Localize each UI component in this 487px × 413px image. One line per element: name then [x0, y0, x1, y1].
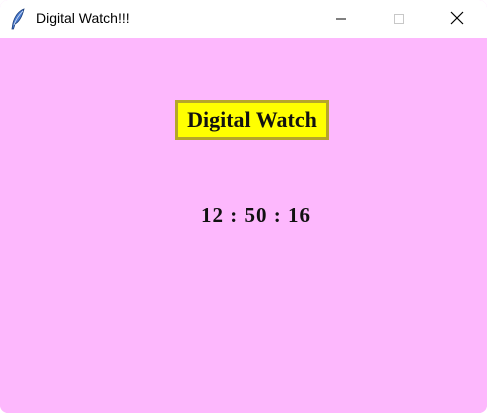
minimize-icon: [335, 10, 347, 29]
time-display: 12 : 50 : 16: [201, 203, 311, 227]
feather-icon: [10, 8, 26, 30]
app-window: Digital Watch!!! Digital Watch 12: 50:…: [0, 0, 487, 413]
heading-label: Digital Watch: [175, 100, 329, 140]
maximize-button[interactable]: [376, 0, 422, 38]
client-area: Digital Watch 12 : 50 : 16: [0, 38, 487, 413]
title-bar[interactable]: Digital Watch!!!: [0, 0, 487, 38]
close-button[interactable]: [434, 0, 480, 38]
maximize-icon: [393, 10, 405, 29]
minimize-button[interactable]: [318, 0, 364, 38]
close-icon: [450, 10, 464, 29]
window-title: Digital Watch!!!: [36, 10, 130, 26]
